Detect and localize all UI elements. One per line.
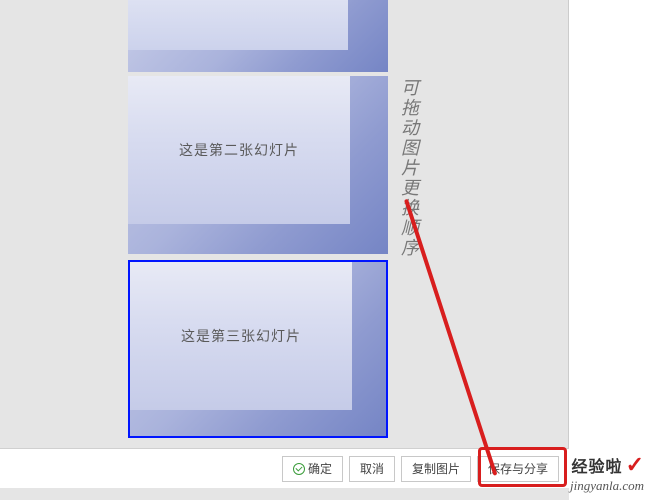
editor-panel: 这是第二张幻灯片 这是第三张幻灯片 可拖动图片更换顺序 确定 取消 复制图片 保… <box>0 0 569 488</box>
cancel-button-label: 取消 <box>360 460 384 477</box>
ok-button-label: 确定 <box>308 460 332 477</box>
save-share-button-label: 保存与分享 <box>488 460 548 477</box>
ok-button[interactable]: 确定 <box>282 456 343 482</box>
slide-content: 这是第二张幻灯片 <box>128 76 350 224</box>
copy-image-button[interactable]: 复制图片 <box>401 456 471 482</box>
copy-image-button-label: 复制图片 <box>412 460 460 477</box>
slide-thumbnail-selected[interactable]: 这是第三张幻灯片 <box>128 260 388 438</box>
slide-content <box>128 0 348 50</box>
slide-content: 这是第三张幻灯片 <box>130 262 352 410</box>
page-background-right <box>569 0 650 500</box>
cancel-button[interactable]: 取消 <box>349 456 395 482</box>
slide-thumbnail[interactable]: 这是第二张幻灯片 <box>128 76 388 254</box>
button-bar: 确定 取消 复制图片 保存与分享 <box>0 448 569 488</box>
slide-text: 这是第三张幻灯片 <box>181 326 301 346</box>
slides-list: 这是第二张幻灯片 这是第三张幻灯片 <box>128 0 390 450</box>
check-icon <box>293 463 305 475</box>
slide-text: 这是第二张幻灯片 <box>179 140 299 160</box>
slide-thumbnail[interactable] <box>128 0 388 72</box>
